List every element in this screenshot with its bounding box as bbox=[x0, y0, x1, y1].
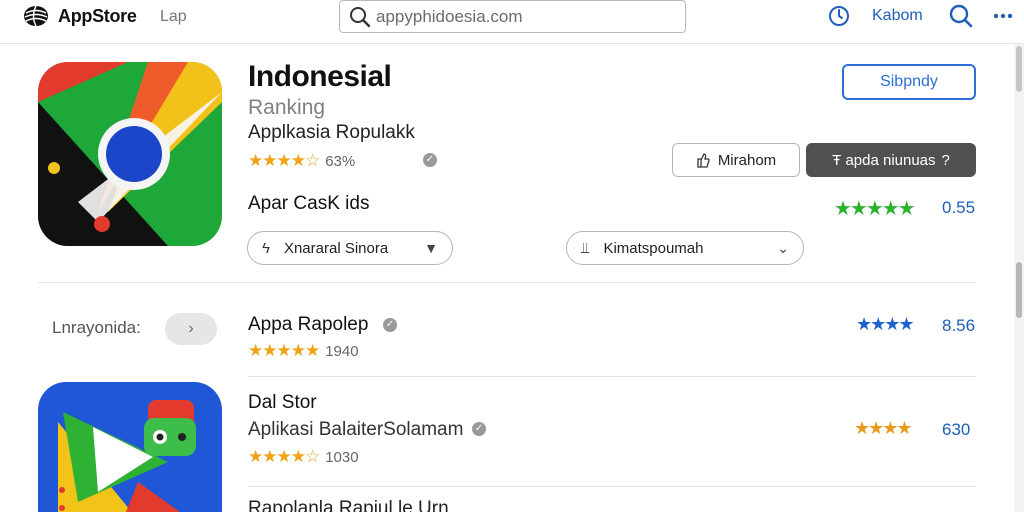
gold-star-rating-icon: ★★★★ bbox=[854, 418, 913, 438]
rating-value: 63% bbox=[325, 152, 356, 170]
app-name[interactable]: AppStore bbox=[58, 6, 137, 27]
caret-down-icon: ▼ bbox=[424, 240, 438, 256]
divider bbox=[38, 282, 976, 283]
clock-icon[interactable] bbox=[828, 5, 850, 27]
divider bbox=[248, 376, 976, 377]
list-item-title[interactable]: Dal Stor bbox=[248, 392, 317, 414]
item-score: 8.56 bbox=[942, 316, 976, 335]
item-score: 630 bbox=[942, 420, 971, 439]
app-title: Indonesial bbox=[248, 60, 392, 93]
verified-badge-icon: ✓ bbox=[423, 153, 437, 167]
star-rating-icon: ★★★★★ bbox=[248, 341, 320, 360]
search-icon[interactable] bbox=[948, 3, 974, 29]
blue-star-rating-icon: ★★★★ bbox=[856, 314, 915, 334]
section-label: Lnrayonida: bbox=[52, 318, 141, 337]
dropdown-right[interactable]: ⫫ Kimatspoumah ⌄ bbox=[566, 231, 804, 265]
app-category: Applkasia Ropulakk bbox=[248, 122, 415, 143]
list-item-subtitle: Aplikasi BalaiterSolamam bbox=[248, 419, 464, 440]
next-button[interactable]: › bbox=[165, 313, 217, 345]
thumb-icon bbox=[697, 153, 710, 168]
dropdown-right-label: Kimatspoumah bbox=[603, 239, 704, 257]
list-item-title[interactable]: Rapolanla Rapiul le Urn bbox=[248, 498, 449, 512]
chevron-down-icon: ⌄ bbox=[777, 239, 789, 256]
app-subtitle: Ranking bbox=[248, 96, 326, 119]
help-icon: ? bbox=[941, 151, 950, 169]
dropdown-left[interactable]: ϟ Xnararal Sinora ▼ bbox=[247, 231, 453, 265]
nav-tab[interactable]: Lap bbox=[160, 8, 187, 26]
app-developer[interactable]: Apar CasK ids bbox=[248, 193, 369, 215]
verified-badge-icon: ✓ bbox=[383, 318, 397, 332]
list-item-title[interactable]: Appa Rapolep bbox=[248, 314, 368, 336]
scrollbar-thumb[interactable] bbox=[1016, 262, 1022, 318]
search-box[interactable] bbox=[339, 0, 686, 33]
scrollbar-thumb[interactable] bbox=[1016, 46, 1022, 92]
primary-button[interactable]: Sibpndy bbox=[842, 64, 976, 100]
top-bar: AppStore Lap Kabom bbox=[0, 0, 1024, 44]
rating-count: 1030 bbox=[325, 448, 359, 466]
search-icon bbox=[350, 7, 371, 28]
star-rating-icon: ★★★★☆ bbox=[248, 447, 320, 466]
dark-button[interactable]: Ŧ apda niunuas ? bbox=[806, 143, 976, 177]
globe-logo-icon[interactable] bbox=[22, 4, 50, 28]
star-rating-icon: ★★★★☆ bbox=[248, 151, 320, 170]
secondary-button-label: Mirahom bbox=[717, 151, 777, 169]
search-input[interactable] bbox=[376, 5, 676, 29]
chevron-right-icon: › bbox=[188, 320, 194, 337]
account-label[interactable]: Kabom bbox=[872, 7, 923, 25]
green-rating-score: 0.55 bbox=[942, 198, 976, 217]
list-item-rating: ★★★★★ 1940 bbox=[248, 341, 359, 361]
rating-count: 1940 bbox=[325, 342, 359, 360]
list-item-rating: ★★★★☆ 1030 bbox=[248, 447, 359, 467]
lightning-icon: ϟ bbox=[262, 239, 270, 257]
green-star-rating-icon: ★★★★★ bbox=[834, 198, 916, 220]
more-dots-icon[interactable] bbox=[992, 6, 1014, 26]
divider bbox=[248, 486, 976, 487]
app-icon[interactable] bbox=[38, 62, 222, 246]
anchor-icon: ⫫ bbox=[581, 239, 590, 257]
secondary-button[interactable]: Mirahom bbox=[672, 143, 800, 177]
app-icon[interactable] bbox=[38, 382, 222, 512]
app-rating: ★★★★☆ 63% bbox=[248, 150, 355, 172]
verified-badge-icon: ✓ bbox=[472, 422, 486, 436]
dark-button-label: Ŧ apda niunuas bbox=[832, 151, 936, 169]
dropdown-left-label: Xnararal Sinora bbox=[283, 239, 389, 257]
